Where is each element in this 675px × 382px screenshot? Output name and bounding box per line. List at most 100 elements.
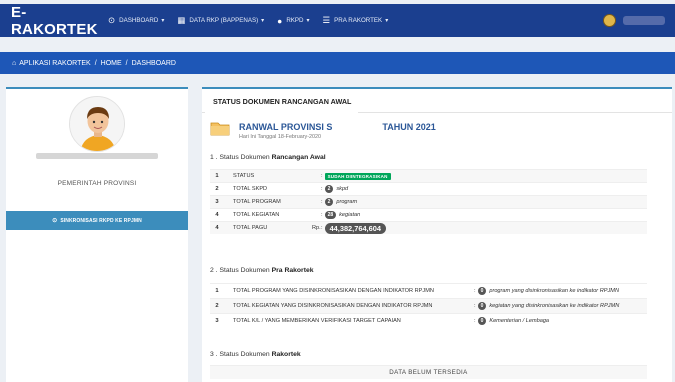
sync-button-label: SINKRONISASI RKPD KE RPJMN [60,217,142,224]
profile-org: PEMERINTAH PROVINSI [57,180,137,187]
colon: : [474,303,476,309]
unit-label: program [336,199,358,205]
section-bold: Rakortek [271,351,301,358]
user-name-redacted [623,16,665,25]
row-value: : 44,382,764,604 [321,222,389,234]
row-value: : 2 program [321,198,357,206]
count-badge: 2 [324,198,334,206]
row-label: TOTAL PAGU [233,225,268,231]
row-number: 1 [215,288,219,294]
tab-status-rancangan-awal[interactable]: STATUS DOKUMEN RANCANGAN AWAL [205,91,358,113]
dashboard-icon: ⊙ [108,15,116,25]
chevron-down-icon: ▾ [261,18,265,24]
breadcrumb: ⌂ APLIKASI RAKORTEK / HOME / DASHBOARD [0,52,675,74]
table-row: 3 TOTAL PROGRAM : 2 program [210,195,647,208]
colon: : [321,173,323,179]
circle-icon: ● [277,15,283,26]
row-value: : 2 skpd [321,185,348,193]
table-icon: ▦ [177,15,186,25]
colon: : [321,199,323,205]
section-title-rakortek: 3 . Status Dokumen Rakortek [210,351,301,358]
province-emblem-icon [603,14,616,27]
colon: : [474,318,476,324]
profile-name-redacted [36,153,158,159]
section-prefix: 3 . Status Dokumen [210,351,272,358]
table-row: 1 TOTAL PROGRAM YANG DISINKRONISASIKAN D… [210,283,647,298]
section-bold: Rancangan Awal [271,154,326,161]
no-data-message: DATA BELUM TERSEDIA [210,365,647,379]
row-value: : 0 program yang disinkronisasikan ke in… [474,287,619,295]
colon: : [321,225,323,231]
sync-rkpd-rpjmn-button[interactable]: ⊙ SINKRONISASI RKPD KE RPJMN [6,211,188,230]
unit-label: Kementerian / Lembaga [489,318,550,324]
table-row: 2 TOTAL KEGIATAN YANG DISINKRONISASIKAN … [210,298,647,313]
row-number: 1 [215,173,219,179]
colon: : [321,212,323,218]
breadcrumb-home[interactable]: HOME [101,60,122,67]
row-label: STATUS [233,173,255,179]
nav-rkpd-label: RKPD [286,17,304,24]
unit-label: kegiatan [339,212,361,218]
chevron-down-icon: ▾ [306,18,310,24]
row-label: TOTAL PROGRAM YANG DISINKRONISASIKAN DEN… [233,288,434,294]
row-number: 2 [215,186,219,192]
unit-label: skpd [336,186,349,192]
avatar [69,96,125,152]
table-row: 3 TOTAL K/L / YANG MEMBERIKAN VERIFIKASI… [210,313,647,328]
count-badge: 0 [477,302,487,310]
table-row: 4 TOTAL PAGU Rp. : 44,382,764,604 [210,221,647,234]
count-badge: 28 [324,211,337,219]
app-brand[interactable]: E-RAKORTEK [0,4,108,38]
count-badge: 0 [477,287,487,295]
row-label: TOTAL K/L / YANG MEMBERIKAN VERIFIKASI T… [233,318,401,324]
rancangan-awal-table: 1 STATUS : SUDAH DIINTEGRASIKAN 2 TOTAL … [210,169,647,234]
row-number: 3 [215,199,219,205]
row-value: : 0 Kementerian / Lembaga [474,317,549,325]
row-number: 2 [215,303,219,309]
nav-data-rkp-label: DATA RKP (BAPPENAS) [189,17,259,24]
section-prefix: 2 . Status Dokumen [210,267,272,274]
count-badge: 2 [324,185,334,193]
breadcrumb-separator: / [125,59,128,67]
row-label: TOTAL SKPD [233,186,268,192]
section-title-pra-rakortek: 2 . Status Dokumen Pra Rakortek [210,267,314,274]
pra-rakortek-table: 1 TOTAL PROGRAM YANG DISINKRONISASIKAN D… [210,283,647,328]
section-bold: Pra Rakortek [271,267,314,274]
folder-icon [210,120,230,136]
status-panel: STATUS DOKUMEN RANCANGAN AWAL RANWAL PRO… [202,87,672,382]
user-menu[interactable] [595,4,675,37]
section-prefix: 1 . Status Dokumen [210,154,272,161]
document-date: Hari Ini Tanggal 18-February-2020 [239,134,322,140]
breadcrumb-separator: / [94,59,97,67]
section-title-rancangan-awal: 1 . Status Dokumen Rancangan Awal [210,154,326,161]
table-row: 4 TOTAL KEGIATAN : 28 kegiatan [210,208,647,221]
home-icon: ⌂ [12,59,17,67]
nav-rkpd[interactable]: ● RKPD ▾ [277,16,309,26]
nav-pra-rakortek[interactable]: ☰ PRA RAKORTEK ▾ [323,15,389,26]
document-title-left: RANWAL PROVINSI S [239,122,333,132]
row-number: 4 [215,225,219,231]
row-number: 3 [215,318,219,324]
row-label: TOTAL KEGIATAN [233,212,280,218]
nav-dashboard[interactable]: ⊙ DASHBOARD ▾ [108,15,164,26]
top-navbar: E-RAKORTEK ⊙ DASHBOARD ▾ ▦ DATA RKP (BAP… [0,4,675,38]
row-number: 4 [215,212,219,218]
chevron-down-icon: ▾ [161,18,165,24]
table-row: 2 TOTAL SKPD : 2 skpd [210,182,647,195]
nav-pra-rakortek-label: PRA RAKORTEK [334,17,383,24]
chevron-down-icon: ▾ [385,18,389,24]
breadcrumb-app[interactable]: APLIKASI RAKORTEK [19,60,90,67]
row-value: : 28 kegiatan [321,211,360,219]
unit-label: program yang disinkronisasikan ke indika… [489,288,619,294]
breadcrumb-dashboard: DASHBOARD [131,59,176,67]
total-pagu-badge: 44,382,764,604 [324,222,386,234]
document-title-redacted [334,123,380,132]
document-title: RANWAL PROVINSI S TAHUN 2021 [239,122,436,132]
profile-panel: PEMERINTAH PROVINSI ⊙ SINKRONISASI RKPD … [6,87,188,382]
nav-data-rkp[interactable]: ▦ DATA RKP (BAPPENAS) ▾ [177,15,264,26]
row-value: : SUDAH DIINTEGRASIKAN [321,172,391,180]
list-icon: ☰ [322,15,331,25]
currency-label: Rp. [312,225,321,231]
row-label: TOTAL PROGRAM [233,199,281,205]
main-nav: ⊙ DASHBOARD ▾ ▦ DATA RKP (BAPPENAS) ▾ ● … [108,4,401,37]
